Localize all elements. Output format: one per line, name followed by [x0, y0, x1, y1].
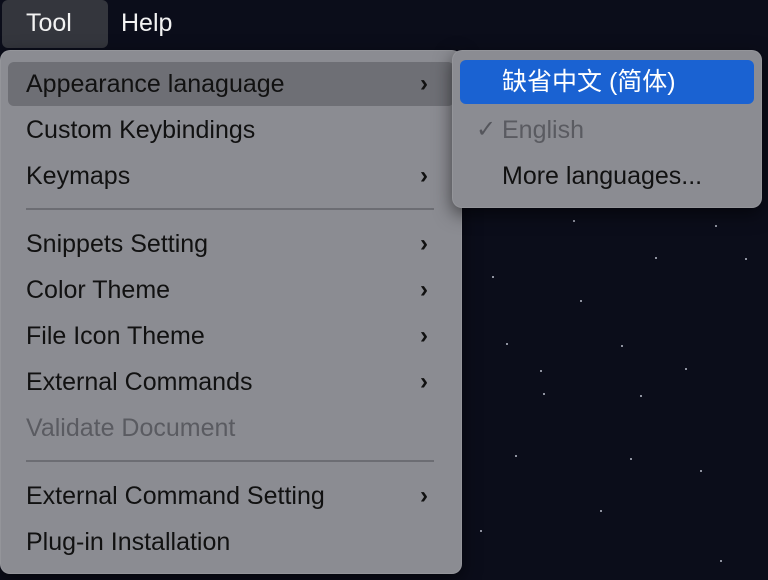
star [630, 458, 632, 460]
chevron-right-icon: › [420, 276, 428, 303]
submenu-item-label: English [502, 116, 584, 144]
menu-item-plugin-installation[interactable]: Plug-in Installation [8, 520, 454, 564]
menu-separator [26, 208, 434, 210]
star [655, 257, 657, 259]
star [621, 345, 623, 347]
menu-item-label: Custom Keybindings [26, 116, 256, 144]
star [720, 560, 722, 562]
star [540, 370, 542, 372]
menu-item-validate-document: Validate Document [8, 406, 454, 450]
star [745, 258, 747, 260]
star [492, 276, 494, 278]
chevron-right-icon: › [420, 482, 428, 509]
menu-separator [26, 460, 434, 462]
chevron-right-icon: › [420, 230, 428, 257]
menu-item-label: Validate Document [26, 414, 236, 442]
star [543, 393, 545, 395]
menu-item-external-commands[interactable]: External Commands › [8, 360, 454, 404]
menu-item-external-command-setting[interactable]: External Command Setting › [8, 474, 454, 518]
star [600, 510, 602, 512]
menu-item-color-theme[interactable]: Color Theme › [8, 268, 454, 312]
menu-bar: Tool Help [0, 0, 768, 48]
star [480, 530, 482, 532]
submenu-item-more-languages[interactable]: More languages... [460, 154, 754, 198]
star [715, 225, 717, 227]
menu-item-snippets-setting[interactable]: Snippets Setting › [8, 222, 454, 266]
star [700, 470, 702, 472]
submenu-item-english: ✓ English [460, 108, 754, 152]
menubar-tool[interactable]: Tool [2, 0, 108, 48]
checkmark-icon: ✓ [476, 116, 497, 143]
star [573, 220, 575, 222]
menu-item-label: File Icon Theme [26, 322, 205, 350]
chevron-right-icon: › [420, 368, 428, 395]
menu-item-appearance-language[interactable]: Appearance lanaguage › [8, 62, 454, 106]
chevron-right-icon: › [420, 322, 428, 349]
submenu-item-label: More languages... [502, 162, 703, 190]
star [506, 343, 508, 345]
menu-item-label: Snippets Setting [26, 230, 209, 258]
star [580, 300, 582, 302]
menu-item-label: Color Theme [26, 276, 171, 304]
submenu-item-label: 缺省中文 (简体) [502, 68, 676, 96]
menu-item-label: Keymaps [26, 162, 131, 190]
menu-item-label: External Command Setting [26, 482, 325, 510]
star [685, 368, 687, 370]
star [515, 455, 517, 457]
submenu-item-simplified-chinese[interactable]: 缺省中文 (简体) [460, 60, 754, 104]
menu-item-custom-keybindings[interactable]: Custom Keybindings [8, 108, 454, 152]
language-submenu: 缺省中文 (简体) ✓ English More languages... [452, 50, 762, 208]
chevron-right-icon: › [420, 70, 428, 97]
chevron-right-icon: › [420, 162, 428, 189]
menu-item-label: Appearance lanaguage [26, 70, 285, 98]
tool-menu: Appearance lanaguage › Custom Keybinding… [0, 50, 462, 574]
menu-item-label: External Commands [26, 368, 253, 396]
star [640, 395, 642, 397]
menu-item-keymaps[interactable]: Keymaps › [8, 154, 454, 198]
menu-item-label: Plug-in Installation [26, 528, 231, 556]
menu-item-file-icon-theme[interactable]: File Icon Theme › [8, 314, 454, 358]
menubar-help[interactable]: Help [108, 0, 185, 48]
